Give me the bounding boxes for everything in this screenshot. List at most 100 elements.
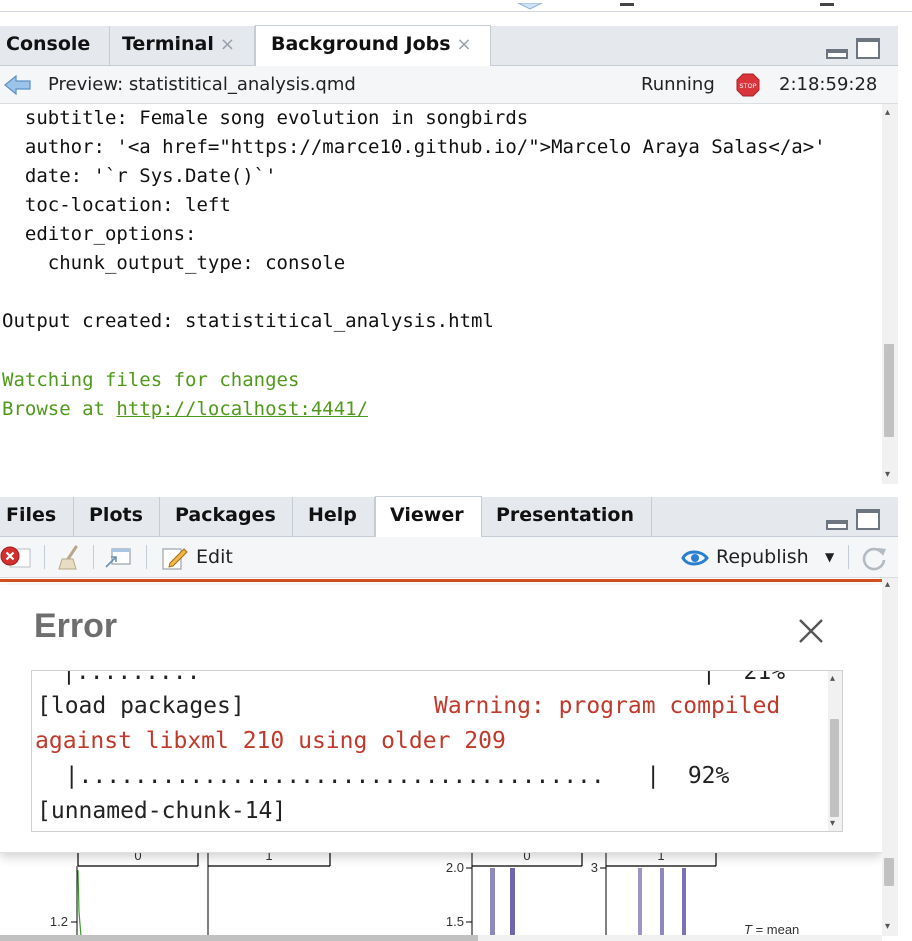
- error-log-text: [load packages]: [37, 693, 245, 719]
- tab-terminal[interactable]: Terminal ×: [110, 26, 255, 66]
- error-log-line: |...................................... …: [37, 761, 730, 791]
- console-line: date: '`r Sys.Date()`': [2, 165, 277, 187]
- error-log-scroll-thumb[interactable]: [830, 719, 839, 817]
- plot-y-tick: 1.2: [50, 914, 68, 929]
- error-log[interactable]: |......... | 21% [load packages] Warning: …: [31, 670, 843, 832]
- plot-annotation: T = mean: [744, 922, 799, 936]
- stop-icon-text: STOP: [739, 82, 756, 90]
- viewer-scroll-thumb[interactable]: [884, 858, 894, 886]
- close-terminal-tab-icon[interactable]: ×: [220, 34, 235, 55]
- console-line-watching: Watching files for changes: [2, 369, 300, 391]
- tab-terminal-label: Terminal: [122, 33, 214, 55]
- tab-presentation-label: Presentation: [496, 504, 634, 526]
- viewer-pane-tabbar: Files Plots Packages Help Viewer Present…: [0, 496, 898, 537]
- toolbar-separator: [848, 545, 849, 569]
- tab-packages-label: Packages: [175, 504, 276, 526]
- error-title: Error: [34, 607, 118, 645]
- plot-panel-label: 0: [134, 852, 141, 863]
- back-arrow-icon[interactable]: [4, 74, 32, 96]
- plot-y-tick: 1.5: [446, 914, 464, 929]
- tab-background-jobs[interactable]: Background Jobs ×: [255, 25, 491, 66]
- console-line: Output created: statistitical_analysis.h…: [2, 310, 494, 332]
- tab-presentation[interactable]: Presentation: [482, 497, 652, 537]
- toolbar-separator: [93, 545, 94, 569]
- show-in-window-icon[interactable]: [104, 546, 134, 570]
- console-pane-tabbar: Console Terminal × Background Jobs ×: [0, 25, 898, 66]
- minimize-pane-icon[interactable]: [826, 520, 848, 530]
- plot-bar: [660, 868, 664, 936]
- job-status: Running: [641, 74, 715, 95]
- broom-icon[interactable]: [56, 545, 84, 571]
- publish-icon[interactable]: [680, 545, 710, 571]
- minimize-pane-icon[interactable]: [826, 49, 848, 59]
- plot-panel-label: 0: [523, 852, 530, 863]
- plot-y-tick: 3: [591, 860, 598, 875]
- error-log-partial-right: | 21%: [702, 670, 786, 685]
- toolbar-separator: [44, 545, 45, 569]
- scroll-up-icon[interactable]: ▴: [885, 108, 890, 118]
- clear-viewer-icon[interactable]: [0, 545, 32, 571]
- console-pane-window-controls: [826, 38, 882, 60]
- scroll-down-icon[interactable]: ▾: [830, 819, 835, 829]
- job-elapsed-time: 2:18:59:28: [779, 74, 878, 95]
- localhost-link[interactable]: http://localhost:4441/: [116, 398, 368, 420]
- tab-help[interactable]: Help: [293, 497, 375, 537]
- tab-background-jobs-label: Background Jobs: [271, 33, 451, 55]
- browse-prefix: Browse at: [2, 398, 117, 420]
- plot-bar: [682, 868, 686, 936]
- error-log-partial-left: |.........: [62, 670, 201, 685]
- error-log-line-partial: |......... | 21%: [37, 671, 785, 687]
- error-log-line: [unnamed-chunk-14]: [37, 796, 286, 826]
- maximize-pane-icon[interactable]: [856, 38, 880, 59]
- viewer-pane-window-controls: [826, 509, 882, 531]
- scroll-up-icon[interactable]: ▴: [885, 580, 890, 590]
- scroll-down-icon[interactable]: ▾: [885, 470, 890, 480]
- plot-annotation-text: = mean: [752, 922, 799, 936]
- scroll-down-icon[interactable]: ▾: [885, 922, 890, 932]
- tab-files-label: Files: [6, 504, 57, 526]
- maximize-pane-icon[interactable]: [856, 509, 880, 530]
- error-log-text: |...................................... …: [37, 763, 730, 789]
- tab-console[interactable]: Console: [0, 26, 110, 66]
- tab-viewer[interactable]: Viewer: [375, 496, 482, 537]
- edit-icon[interactable]: [160, 545, 190, 571]
- plot-right-panel: 0 2.0 1.5 1 3 T = mean: [446, 852, 799, 936]
- scroll-up-icon[interactable]: ▴: [830, 674, 835, 684]
- console-line: toc-location: left: [2, 194, 231, 216]
- tab-files[interactable]: Files: [0, 497, 74, 537]
- console-line: editor_options:: [2, 223, 197, 245]
- edit-button[interactable]: Edit: [196, 537, 233, 577]
- top-window-strip: [0, 0, 912, 12]
- console-scroll-thumb[interactable]: [884, 344, 894, 437]
- close-background-jobs-tab-icon[interactable]: ×: [457, 34, 472, 55]
- tab-plots[interactable]: Plots: [74, 497, 160, 537]
- refresh-icon[interactable]: [860, 545, 888, 571]
- viewer-toolbar: Edit Republish ▼: [0, 537, 898, 578]
- close-error-icon[interactable]: [797, 617, 825, 645]
- plot-panel-label: 1: [657, 852, 664, 863]
- console-line: subtitle: Female song evolution in songb…: [2, 107, 529, 129]
- republish-button[interactable]: Republish: [716, 537, 809, 577]
- stop-job-icon[interactable]: STOP: [736, 73, 760, 97]
- plot-figure: 0 1 1.2 0 2.0 1.5 1 3 T = mean: [50, 852, 799, 936]
- error-log-scrollbar[interactable]: ▴ ▾: [828, 671, 842, 831]
- console-scrollbar[interactable]: ▴ ▾: [882, 104, 898, 484]
- republish-dropdown-icon[interactable]: ▼: [825, 537, 834, 577]
- background-job-toolbar: Preview: statistitical_analysis.qmd Runn…: [0, 66, 898, 104]
- error-log-text: [unnamed-chunk-14]: [37, 798, 287, 824]
- tab-viewer-label: Viewer: [390, 504, 464, 526]
- plot-bar: [638, 868, 642, 936]
- viewer-scrollbar[interactable]: ▴ ▾: [882, 578, 898, 936]
- plot-bar: [510, 868, 515, 936]
- plot-y-tick: 2.0: [446, 860, 464, 875]
- toolbar-separator: [146, 545, 147, 569]
- plot-left-panel: 0 1 1.2: [50, 852, 331, 936]
- error-log-warning: Warning: program compiled: [434, 693, 781, 719]
- console-line: chunk_output_type: console: [2, 252, 346, 274]
- viewer-horizontal-scrollbar[interactable]: [0, 935, 882, 941]
- console-line-browse: Browse at http://localhost:4441/: [2, 397, 368, 421]
- viewer-horizontal-scroll-thumb[interactable]: [0, 935, 478, 941]
- tab-packages[interactable]: Packages: [160, 497, 293, 537]
- plot-bar: [490, 868, 495, 936]
- console-output: subtitle: Female song evolution in songb…: [0, 104, 882, 484]
